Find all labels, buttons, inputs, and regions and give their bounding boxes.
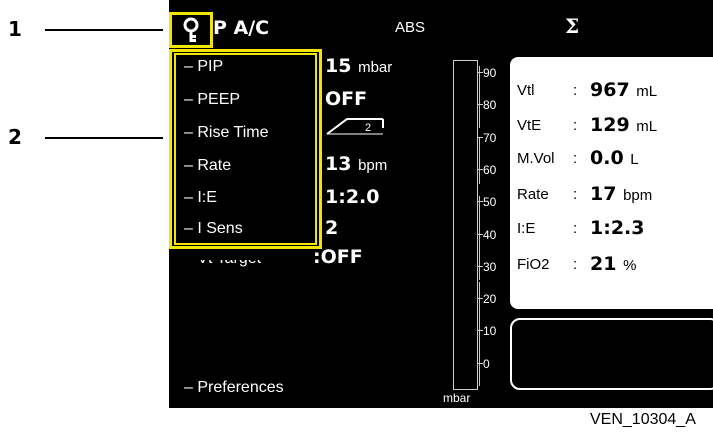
setting-label-peep[interactable]: – PEEP	[184, 91, 240, 109]
setting-label-ie[interactable]: – I:E	[184, 189, 217, 207]
abs-indicator: ABS	[395, 19, 426, 36]
gauge-bracket	[479, 138, 485, 184]
monitor-colon: :	[573, 186, 578, 203]
monitor-label-rate: Rate	[517, 186, 549, 203]
ventilation-mode[interactable]: P A/C	[213, 17, 269, 39]
monitor-colon: :	[573, 220, 578, 237]
setting-value-i-sens[interactable]: 2	[325, 217, 338, 239]
callout-line-1	[45, 29, 163, 31]
settings-highlight-inner	[174, 53, 317, 245]
setting-label-i-sens[interactable]: – I Sens	[184, 220, 243, 238]
gauge-tick-label: 70	[483, 130, 497, 145]
rate-value: 13	[325, 153, 352, 175]
monitor-unit: bpm	[623, 187, 653, 204]
callout-number-2: 2	[8, 125, 22, 149]
callout-line-2	[45, 137, 163, 139]
gauge-tick-label: 80	[483, 98, 497, 113]
rise-time-value: 2	[365, 122, 371, 134]
sigma-icon[interactable]: Σ	[565, 14, 579, 38]
preferences-menu-item[interactable]: – Preferences	[184, 379, 284, 397]
monitor-colon: :	[573, 117, 578, 134]
rate-unit: bpm	[358, 157, 388, 174]
monitor-colon: :	[573, 82, 578, 99]
gauge-tick-label: 10	[483, 324, 497, 339]
gauge-bracket	[479, 66, 485, 128]
monitor-colon: :	[573, 256, 578, 273]
monitor-label-vte: VtE	[517, 117, 542, 134]
monitor-label-fio2: FiO2	[517, 256, 550, 273]
setting-value-ie[interactable]: 1:2.0	[325, 186, 379, 208]
monitor-value-i-e: 1:2.3	[590, 217, 644, 239]
monitor-value-fio2: 21 %	[590, 253, 636, 275]
monitor-number: 129	[590, 114, 630, 136]
monitor-label-m-vol: M.Vol	[517, 150, 555, 167]
monitor-unit: mL	[636, 118, 658, 135]
setting-value-pip[interactable]: 15 mbar	[325, 55, 392, 77]
gauge-tick-label: 20	[483, 292, 497, 307]
setting-value-rate[interactable]: 13 bpm	[325, 153, 387, 175]
setting-label-pip[interactable]: – PIP	[184, 58, 223, 76]
lock-key-button[interactable]	[169, 12, 213, 48]
figure-caption: VEN_10304_A	[590, 411, 696, 428]
monitor-number: 967	[590, 79, 630, 101]
gauge-tick-label: 30	[483, 259, 497, 274]
rise-time-ramp-icon[interactable]: 2	[325, 116, 385, 136]
monitor-value-vtl: 967 mL	[590, 79, 657, 101]
gauge-tick-label: 50	[483, 195, 497, 210]
pip-value: 15	[325, 55, 352, 77]
monitor-colon: :	[573, 150, 578, 167]
gauge-bracket	[479, 196, 485, 280]
gauge-tick-label: 60	[483, 162, 497, 177]
setting-label-rate[interactable]: – Rate	[184, 157, 231, 175]
monitor-number: 17	[590, 183, 617, 205]
monitor-label-i-e: I:E	[517, 220, 536, 237]
pressure-gauge-bar	[453, 60, 478, 390]
pip-unit: mbar	[358, 59, 393, 76]
monitor-value-m-vol: 0.0 L	[590, 147, 639, 169]
gauge-unit-label: mbar	[443, 391, 471, 405]
monitor-label-vtl: Vtl	[517, 82, 535, 99]
monitor-unit: mL	[636, 83, 658, 100]
setting-label-rise-time[interactable]: – Rise Time	[184, 124, 268, 142]
monitor-number: 0.0	[590, 147, 624, 169]
monitor-number: 1:2.3	[590, 217, 645, 239]
setting-value-vt-target[interactable]: :OFF	[313, 246, 363, 268]
key-lock-icon	[183, 17, 199, 42]
monitor-value-vte: 129 mL	[590, 114, 657, 136]
monitor-unit: %	[623, 257, 637, 274]
setting-value-peep[interactable]: OFF	[325, 88, 367, 110]
gauge-tick-label: 90	[483, 66, 497, 80]
gauge-tick-label: 40	[483, 227, 497, 242]
waveform-panel	[510, 318, 713, 390]
callout-number-1: 1	[8, 17, 22, 41]
gauge-bracket	[479, 282, 485, 386]
monitor-value-rate: 17 bpm	[590, 183, 652, 205]
monitor-number: 21	[590, 253, 617, 275]
monitor-unit: L	[630, 151, 639, 168]
